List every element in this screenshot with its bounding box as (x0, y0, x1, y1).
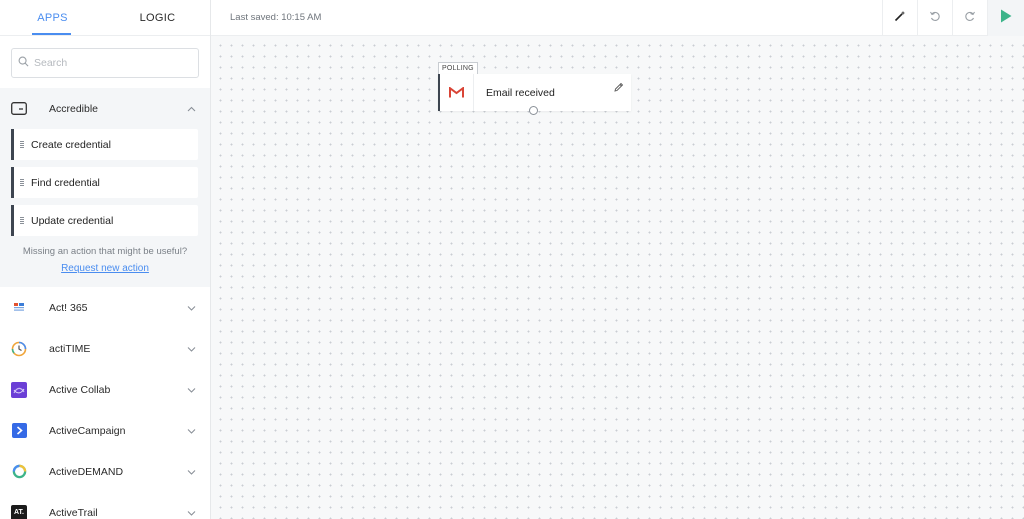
active-collab-icon (11, 381, 27, 398)
app-row-accredible[interactable]: Accredible (0, 88, 210, 129)
node-connector-handle[interactable] (529, 106, 538, 115)
undo-button[interactable] (917, 0, 952, 36)
magic-wand-icon (894, 9, 906, 27)
app-name: Act! 365 (49, 301, 88, 314)
chevron-down-icon[interactable] (186, 426, 196, 436)
action-update-credential[interactable]: Update credential (11, 205, 198, 236)
chevron-down-icon[interactable] (186, 344, 196, 354)
app-row-actitime[interactable]: actiTIME (0, 328, 210, 369)
drag-handle-icon[interactable] (20, 178, 24, 187)
node-trigger-tag: POLLING (438, 62, 478, 74)
redo-button[interactable] (952, 0, 987, 36)
undo-icon (929, 9, 941, 27)
search-icon (18, 54, 29, 72)
activecampaign-icon (11, 423, 27, 439)
drag-handle-icon[interactable] (20, 140, 24, 149)
action-label: Update credential (31, 214, 114, 227)
missing-action-text: Missing an action that might be useful? (22, 246, 188, 257)
app-name: ActiveTrail (49, 506, 98, 519)
app-row-activecampaign[interactable]: ActiveCampaign (0, 410, 210, 451)
chevron-down-icon[interactable] (186, 385, 196, 395)
activetrail-logo-text: AT. (11, 504, 27, 519)
action-find-credential[interactable]: Find credential (11, 167, 198, 198)
last-saved-text: Last saved: 10:15 AM (230, 12, 322, 23)
act365-icon (11, 300, 27, 316)
redo-icon (964, 9, 976, 27)
activedemand-icon (11, 464, 27, 480)
sidebar: APPS LOGIC Accredible Create credential (0, 0, 211, 519)
search-input[interactable] (34, 57, 184, 69)
action-label: Create credential (31, 138, 111, 151)
top-bar: Last saved: 10:15 AM (211, 0, 1024, 36)
chevron-down-icon[interactable] (186, 467, 196, 477)
run-button[interactable] (987, 0, 1024, 36)
tab-logic[interactable]: LOGIC (105, 0, 210, 35)
gmail-icon (440, 74, 474, 111)
node-title: Email received (486, 86, 555, 99)
app-name: ActiveCampaign (49, 424, 126, 437)
app-name: actiTIME (49, 342, 91, 355)
magic-wand-button[interactable] (882, 0, 917, 36)
request-new-action-link[interactable]: Request new action (0, 263, 210, 274)
action-label: Find credential (31, 176, 100, 189)
tab-apps[interactable]: APPS (0, 0, 105, 35)
activetrail-icon: AT. (11, 504, 27, 519)
app-name: Active Collab (49, 383, 111, 396)
chevron-down-icon[interactable] (186, 303, 196, 313)
toolbar (882, 0, 1024, 36)
sidebar-tabs: APPS LOGIC (0, 0, 210, 36)
edit-pencil-icon[interactable] (614, 79, 624, 92)
search-container (0, 36, 210, 88)
chevron-down-icon[interactable] (186, 508, 196, 518)
card-icon (11, 101, 27, 117)
chevron-up-icon[interactable] (186, 104, 196, 114)
actitime-icon (11, 341, 27, 357)
app-row-activetrail[interactable]: AT. ActiveTrail (0, 492, 210, 519)
app-row-act365[interactable]: Act! 365 (0, 287, 210, 328)
app-name: Accredible (49, 102, 99, 115)
workflow-canvas[interactable]: POLLING Email received (211, 36, 1024, 519)
action-create-credential[interactable]: Create credential (11, 129, 198, 160)
play-icon (1000, 9, 1012, 28)
app-name: ActiveDEMAND (49, 465, 124, 478)
app-row-active-collab[interactable]: Active Collab (0, 369, 210, 410)
search-box[interactable] (11, 48, 199, 78)
app-row-activedemand[interactable]: ActiveDEMAND (0, 451, 210, 492)
drag-handle-icon[interactable] (20, 216, 24, 225)
app-accredible-expanded: Accredible Create credential Find creden… (0, 88, 210, 287)
